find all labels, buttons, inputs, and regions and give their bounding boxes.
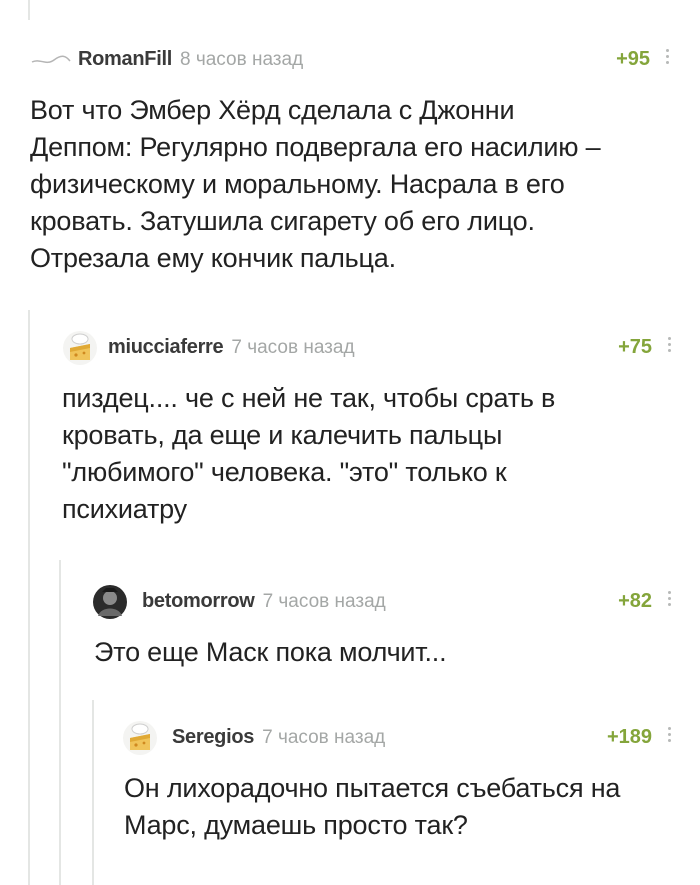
thread-line [59,560,61,885]
comment-time[interactable]: 7 часов назад [262,727,385,748]
more-options-icon[interactable] [664,46,670,70]
user-avatar-icon[interactable] [92,584,128,620]
comment-rating: +95 [616,48,650,70]
comment-header: Seregios 7 часов назад +189 [122,720,680,756]
more-options-icon[interactable] [666,588,672,612]
comment-text: пиздец.... че с ней не так, чтобы срать … [62,383,556,524]
user-avatar-icon[interactable] [62,330,98,366]
thread-line [92,700,94,885]
comment-rating: +82 [618,590,652,612]
comment: Seregios 7 часов назад +189 Он лихорадочн… [122,720,680,860]
user-avatar-icon[interactable] [122,720,158,756]
comment-header: miucciaferre 7 часов назад +75 [60,330,680,366]
thread-line [28,0,30,20]
comment-text: Он лихорадочно пытается съебаться на Мар… [124,773,621,840]
comment-rating: +75 [618,336,652,358]
comment: RomanFill 8 часов назад +95 Вот что Эмбер… [28,42,678,282]
comment: betomorrow 7 часов назад +82 Это еще Маск… [92,584,680,674]
more-options-icon[interactable] [666,724,672,748]
comment-author[interactable]: betomorrow 7 часов назад [142,590,386,613]
comment-time[interactable]: 7 часов назад [263,591,386,612]
comment: miucciaferre 7 часов назад +75 пиздец....… [60,330,680,530]
comment-header: betomorrow 7 часов назад +82 [92,584,680,620]
comment-author[interactable]: Seregios 7 часов назад [172,726,385,749]
thread-line [28,310,30,885]
comment-text: Это еще Маск пока молчит... [94,637,447,667]
comment-text: Вот что Эмбер Хёрд сделала с Джонни Депп… [30,95,601,273]
comment-time[interactable]: 7 часов назад [231,337,354,358]
user-avatar-icon[interactable] [30,48,72,72]
comment-header: RomanFill 8 часов назад +95 [28,42,678,78]
comment-author[interactable]: miucciaferre 7 часов назад [108,336,355,359]
comment-author[interactable]: RomanFill 8 часов назад [78,48,303,71]
comment-time[interactable]: 8 часов назад [180,49,303,70]
comment-rating: +189 [606,726,652,748]
more-options-icon[interactable] [666,334,672,358]
